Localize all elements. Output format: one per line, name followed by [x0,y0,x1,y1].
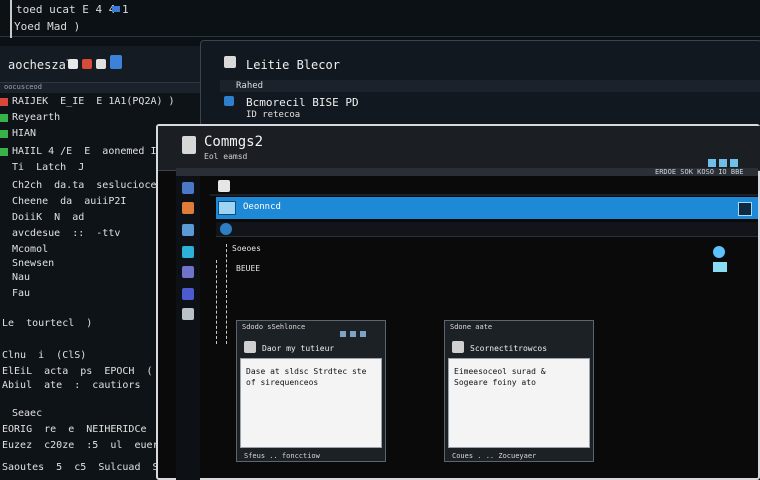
rail-icon-5[interactable] [182,266,194,278]
list-item[interactable]: Saoutes 5 c5 Sulcuad S [2,462,159,473]
rail-icon-2[interactable] [182,202,194,214]
terminal-status-icon [112,6,120,12]
dialog-icon [244,341,256,353]
dialog-footer[interactable]: Sfeus .. foncctiow [244,452,320,460]
left-panel-strip-label: oocusceod [4,83,42,91]
dialog-body-text: Eimeesoceol surad & Sogeare foiny ato [454,367,546,387]
terminal-subtitle: Yoed Mad ) [14,20,81,33]
row-marker-green-icon [0,130,8,138]
list-item[interactable]: Nau [12,272,30,283]
row-marker-green-icon [0,148,8,156]
row-action-icon[interactable] [738,202,752,216]
image-icon[interactable] [713,262,727,272]
back-window-row[interactable]: ID retecoa [246,110,300,120]
list-item[interactable]: EORIG re e NEIHERIDCe [2,424,147,435]
list-item[interactable]: HIAN [12,128,36,139]
list-item[interactable]: Snewsen [12,258,54,269]
back-window-row[interactable]: Bcmorecil BISE PD [246,96,359,109]
folder-icon [218,201,236,215]
left-panel-title: aocheszal [8,58,74,72]
dialog-heading: Scornectitrowcos [470,344,548,353]
globe-icon [220,223,232,235]
rail-icon-3[interactable] [182,224,194,236]
side-rail [176,176,200,480]
row-marker-red-icon [0,98,8,106]
dialog-body-text: Dase at sldsc Strdtec ste of sirequenceo… [246,367,367,387]
toolbar-icon-3[interactable] [96,59,106,69]
selected-row-label: Oeonncd [243,202,281,212]
dialog-title: Sdone aate [450,323,493,331]
dialog-title: Sdodo sSehlonce [242,323,306,331]
dialog-footer[interactable]: Coues . .. Zocueyaer [452,452,536,460]
rail-icon-6[interactable] [182,288,194,300]
list-item[interactable]: Ti Latch J [12,162,84,173]
rail-icon-7[interactable] [182,308,194,320]
list-item[interactable]: Abiul ate : cautiors [2,380,140,391]
back-window-row-icon [224,96,234,106]
main-window-statusstrip-text: ERDOE SOK KOSO IO BBE [655,168,744,176]
list-item[interactable]: Cheene da auiiP2I [12,196,126,207]
list-item[interactable]: RAIJEK E_IE E 1A1(PQ2A) ) [12,96,175,107]
dialog-controls[interactable] [336,322,366,341]
dialog-icon [452,341,464,353]
toolbar-icon-2[interactable] [82,59,92,69]
list-item[interactable]: Clnu i (ClS) [2,350,86,361]
rail-icon-1[interactable] [182,182,194,194]
list-item[interactable]: ElEiL acta ps EPOCH ( 3S) [2,366,177,377]
header-separator [210,194,758,196]
back-window-toolbar-label: Rahed [236,81,264,91]
main-window-title: Commgs2 [204,134,264,150]
list-row[interactable] [216,222,758,237]
list-item[interactable]: Ch2ch da.ta seslucioce [12,180,157,191]
list-item[interactable]: Fau [12,288,30,299]
list-item[interactable]: avcdesue :: -ttv [12,228,120,239]
list-item[interactable]: Seaec [12,408,42,419]
folder-icon[interactable] [218,180,230,192]
selected-list-row[interactable] [216,197,758,219]
tree-connector [226,244,228,344]
tree-connector [216,260,218,344]
document-icon [182,136,196,154]
back-window-title: Leitie Blecor [246,58,340,72]
toolbar-icon-1[interactable] [68,59,78,69]
list-item[interactable]: Mcomol [12,244,48,255]
back-window-app-icon [224,56,236,68]
list-item[interactable]: DoiiK N ad [12,212,84,223]
list-item[interactable]: Le tourtecl ) [2,318,92,329]
row-marker-green-icon [0,114,8,122]
info-icon[interactable] [713,246,725,258]
rail-icon-4[interactable] [182,246,194,258]
list-item[interactable]: Reyearth [12,112,60,123]
tree-node-label[interactable]: BEUEE [236,264,260,273]
main-window-subtitle: Eol eamsd [204,152,248,161]
tree-node-label[interactable]: Soeoes [232,244,261,253]
dialog-heading: Daor my tutieur [262,344,335,353]
back-window-toolbar [220,80,760,92]
terminal-cursor-line [10,0,12,38]
toolbar-icon-4[interactable] [110,55,122,69]
